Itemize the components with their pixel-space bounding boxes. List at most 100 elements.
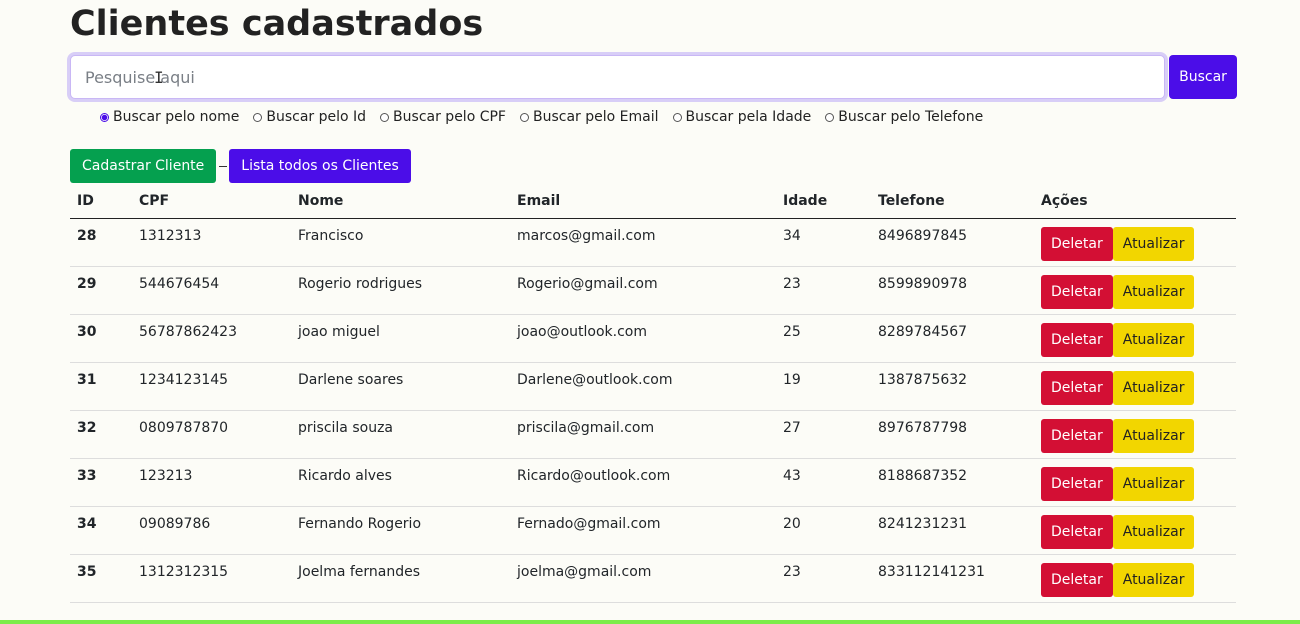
table-body: 28 1312313 Francisco marcos@gmail.com 34 8496… xyxy=(70,218,1236,603)
cell-age: 23 xyxy=(776,554,871,603)
radio-unchecked-icon[interactable] xyxy=(253,112,263,122)
table-row: 29 544676454 Rogerio rodrigues Rogerio@gmai… xyxy=(70,266,1236,315)
text-cursor-icon: I xyxy=(154,68,164,87)
column-header: Telefone xyxy=(871,183,1034,219)
cell-email: joelma@gmail.com xyxy=(510,554,776,603)
separator-dash xyxy=(219,165,228,167)
cell-actions: Deletar Atualizar xyxy=(1034,218,1236,267)
cell-phone: 8976787798 xyxy=(871,410,1034,459)
column-header: Email xyxy=(510,183,776,219)
cell-email: joao@outlook.com xyxy=(510,314,776,363)
table-row: 35 1312312315 Joelma fernandes joelma@gmail… xyxy=(70,554,1236,603)
column-header: CPF xyxy=(132,183,291,219)
cell-name: Rogerio rodrigues xyxy=(291,266,510,315)
radio-label: Buscar pelo nome xyxy=(113,109,240,125)
search-option-radio[interactable]: Buscar pelo CPF xyxy=(380,109,506,125)
search-option-radio[interactable]: Buscar pelo Telefone xyxy=(825,109,983,125)
update-button[interactable]: Atualizar xyxy=(1112,419,1195,453)
clients-table: ID CPF Nome Email Idade Telefone Ações 28 13123… xyxy=(70,183,1236,603)
radio-unchecked-icon[interactable] xyxy=(825,112,835,122)
cell-name: Francisco xyxy=(291,218,510,267)
table-row: 28 1312313 Francisco marcos@gmail.com 34 8496… xyxy=(70,218,1236,267)
cell-phone: 1387875632 xyxy=(871,362,1034,411)
update-button[interactable]: Atualizar xyxy=(1112,515,1195,549)
cell-cpf: 0809787870 xyxy=(132,410,291,459)
delete-button[interactable]: Deletar xyxy=(1041,323,1113,357)
radio-label: Buscar pelo Telefone xyxy=(838,109,984,125)
cell-cpf: 1312312315 xyxy=(132,554,291,603)
cell-age: 34 xyxy=(776,218,871,267)
update-button[interactable]: Atualizar xyxy=(1112,371,1195,405)
update-button[interactable]: Atualizar xyxy=(1112,323,1195,357)
cell-name: priscila souza xyxy=(291,410,510,459)
cell-phone: 833112141231 xyxy=(871,554,1034,603)
table-row: 33 123213 Ricardo alves Ricardo@outlook.com… xyxy=(70,458,1236,507)
delete-button[interactable]: Deletar xyxy=(1041,419,1113,453)
cell-phone: 8241231231 xyxy=(871,506,1034,555)
cell-cpf: 544676454 xyxy=(132,266,291,315)
cell-id: 35 xyxy=(70,554,132,603)
delete-button[interactable]: Deletar xyxy=(1041,227,1113,261)
cell-cpf: 123213 xyxy=(132,458,291,507)
cell-id: 34 xyxy=(70,506,132,555)
cell-age: 25 xyxy=(776,314,871,363)
search-row: Buscar xyxy=(70,55,1237,99)
cell-age: 20 xyxy=(776,506,871,555)
search-option-radio[interactable]: Buscar pelo nome xyxy=(100,109,239,125)
search-option-radio[interactable]: Buscar pelo Email xyxy=(519,109,659,125)
cell-age: 43 xyxy=(776,458,871,507)
cell-email: Darlene@outlook.com xyxy=(510,362,776,411)
cell-id: 30 xyxy=(70,314,132,363)
delete-button[interactable]: Deletar xyxy=(1041,467,1113,501)
cell-age: 19 xyxy=(776,362,871,411)
radio-unchecked-icon[interactable] xyxy=(380,112,390,122)
cell-id: 32 xyxy=(70,410,132,459)
cell-name: joao miguel xyxy=(291,314,510,363)
cell-cpf: 1312313 xyxy=(132,218,291,267)
search-option-radio[interactable]: Buscar pela Idade xyxy=(672,109,811,125)
radio-label: Buscar pelo Id xyxy=(266,109,367,125)
column-header: Nome xyxy=(291,183,510,219)
cell-cpf: 1234123145 xyxy=(132,362,291,411)
list-all-clients-button[interactable]: Lista todos os Clientes xyxy=(229,149,411,183)
cell-name: Ricardo alves xyxy=(291,458,510,507)
search-filter-radios: Buscar pelo nome Buscar pelo Id Buscar pel… xyxy=(100,109,997,125)
update-button[interactable]: Atualizar xyxy=(1112,275,1195,309)
cell-actions: Deletar Atualizar xyxy=(1034,410,1236,459)
radio-label: Buscar pelo CPF xyxy=(393,109,506,125)
update-button[interactable]: Atualizar xyxy=(1112,227,1195,261)
delete-button[interactable]: Deletar xyxy=(1041,275,1113,309)
delete-button[interactable]: Deletar xyxy=(1041,371,1113,405)
table-row: 32 0809787870 priscila souza priscila@gmail… xyxy=(70,410,1236,459)
column-header: Ações xyxy=(1034,183,1236,219)
radio-unchecked-icon[interactable] xyxy=(672,112,682,122)
radio-checked-icon[interactable] xyxy=(100,112,109,122)
cell-phone: 8289784567 xyxy=(871,314,1034,363)
cell-email: Rogerio@gmail.com xyxy=(510,266,776,315)
cell-cpf: 09089786 xyxy=(132,506,291,555)
cell-age: 27 xyxy=(776,410,871,459)
cell-phone: 8188687352 xyxy=(871,458,1034,507)
delete-button[interactable]: Deletar xyxy=(1041,515,1113,549)
search-button[interactable]: Buscar xyxy=(1169,55,1237,99)
register-client-button[interactable]: Cadastrar Cliente xyxy=(70,149,217,183)
cell-name: Joelma fernandes xyxy=(291,554,510,603)
cell-actions: Deletar Atualizar xyxy=(1034,314,1236,363)
cell-email: Ricardo@outlook.com xyxy=(510,458,776,507)
cell-actions: Deletar Atualizar xyxy=(1034,506,1236,555)
search-input[interactable] xyxy=(70,55,1165,99)
update-button[interactable]: Atualizar xyxy=(1112,563,1195,597)
delete-button[interactable]: Deletar xyxy=(1041,563,1113,597)
cell-id: 31 xyxy=(70,362,132,411)
cell-phone: 8599890978 xyxy=(871,266,1034,315)
cell-phone: 8496897845 xyxy=(871,218,1034,267)
cell-id: 29 xyxy=(70,266,132,315)
update-button[interactable]: Atualizar xyxy=(1112,467,1195,501)
column-header: Idade xyxy=(776,183,871,219)
table-row: 30 56787862423 joao miguel joao@outlook.com… xyxy=(70,314,1236,363)
table-row: 31 1234123145 Darlene soares Darlene@outloo… xyxy=(70,362,1236,411)
search-option-radio[interactable]: Buscar pelo Id xyxy=(253,109,366,125)
radio-unchecked-icon[interactable] xyxy=(519,112,529,122)
cell-actions: Deletar Atualizar xyxy=(1034,362,1236,411)
bottom-accent-bar xyxy=(0,620,1300,624)
